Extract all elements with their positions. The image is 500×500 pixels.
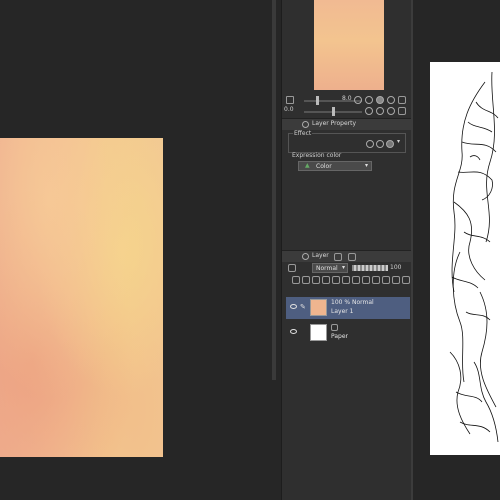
layer-tab-3-icon[interactable]	[348, 253, 356, 261]
rotate-value: 0.0	[284, 106, 294, 113]
navigator-preview[interactable]	[314, 0, 384, 90]
zoom-in-icon[interactable]	[365, 96, 373, 104]
zoom-slider-icon	[286, 96, 294, 104]
lock-layer-icon[interactable]	[322, 276, 330, 284]
actual-size-icon[interactable]	[387, 96, 395, 104]
transfer-down-icon[interactable]	[392, 276, 400, 284]
blend-chevron-icon: ▾	[341, 264, 345, 271]
clip-layer-icon[interactable]	[292, 276, 300, 284]
chevron-down-icon: ▾	[364, 162, 368, 169]
fullscreen-icon[interactable]	[398, 96, 406, 104]
navigator-rotate-row: 0.0	[282, 106, 412, 117]
layer-tab-2-icon[interactable]	[334, 253, 342, 261]
zoom-out-icon[interactable]	[354, 96, 362, 104]
blend-mode-value: Normal	[316, 265, 338, 272]
tab-layer-property-label: Layer Property	[312, 120, 357, 127]
layer-mode-text: 100 % Normal	[331, 299, 374, 306]
layer-color-icon[interactable]	[288, 264, 296, 272]
delete-layer-icon[interactable]	[402, 276, 410, 284]
new-layer-icon[interactable]	[362, 276, 370, 284]
layer-name: Layer 1	[331, 308, 354, 315]
reset-rotation-icon[interactable]	[387, 107, 395, 115]
color-effect-icon[interactable]	[386, 140, 394, 148]
opacity-value: 100	[390, 264, 402, 271]
layer-name: Paper	[331, 333, 348, 340]
lock-transparent-icon[interactable]	[332, 276, 340, 284]
layer-row-layer-1[interactable]: ✎ 100 % Normal Layer 1	[286, 297, 410, 319]
layer-list: ✎ 100 % Normal Layer 1 Paper	[286, 297, 410, 347]
mask-icon[interactable]	[342, 276, 350, 284]
effect-group: Effect ▾	[288, 130, 406, 153]
tab-layer[interactable]: Layer	[282, 250, 412, 262]
fit-view-icon[interactable]	[376, 96, 384, 104]
rotate-left-icon[interactable]	[365, 107, 373, 115]
vertical-scrollbar[interactable]	[272, 0, 276, 380]
layer-thumbnail	[310, 324, 327, 341]
side-panel: 8.0 0.0 Layer Property Effect ▾ Expressi…	[281, 0, 413, 500]
tab-layer-property[interactable]: Layer Property	[282, 118, 412, 130]
rotate-slider-knob[interactable]	[332, 107, 335, 116]
layer-icon	[302, 253, 309, 260]
visibility-eye-icon[interactable]	[290, 304, 297, 309]
zoom-value: 8.0	[342, 95, 352, 102]
navigator-zoom-row: 8.0	[282, 95, 412, 106]
blend-mode-dropdown[interactable]: Normal ▾	[312, 263, 348, 273]
layer-blend-row: Normal ▾ 100	[282, 263, 412, 274]
effect-dropdown-icon[interactable]: ▾	[397, 138, 400, 145]
tab-layer-label: Layer	[312, 252, 329, 259]
new-folder-icon[interactable]	[382, 276, 390, 284]
zoom-slider-knob[interactable]	[316, 96, 319, 105]
rotate-right-icon[interactable]	[376, 107, 384, 115]
layer-tools	[282, 276, 412, 296]
border-effect-icon[interactable]	[366, 140, 374, 148]
expression-color-label: Expression color	[292, 152, 342, 159]
layer-row-paper[interactable]: Paper	[286, 322, 410, 344]
line-sketch-canvas[interactable]	[430, 62, 500, 455]
flip-icon[interactable]	[398, 107, 406, 115]
tone-effect-icon[interactable]	[376, 140, 384, 148]
new-vector-icon[interactable]	[372, 276, 380, 284]
reference-layer-icon[interactable]	[302, 276, 310, 284]
watercolor-canvas-image[interactable]	[0, 138, 163, 457]
expression-color-value: Color	[316, 163, 332, 170]
edit-pen-icon: ✎	[300, 303, 306, 311]
color-mode-icon: ▲	[305, 162, 310, 169]
layer-property-icon	[302, 121, 309, 128]
line-sketch-drawing	[449, 71, 499, 443]
ruler-icon[interactable]	[352, 276, 360, 284]
second-vertical-scrollbar[interactable]	[411, 0, 413, 500]
paper-layer-icon	[331, 324, 338, 331]
layer-thumbnail	[310, 299, 327, 316]
opacity-slider[interactable]	[352, 265, 388, 271]
effect-label: Effect	[293, 130, 313, 137]
draft-layer-icon[interactable]	[312, 276, 320, 284]
visibility-eye-icon[interactable]	[290, 329, 297, 334]
expression-color-dropdown[interactable]: ▲ Color ▾	[298, 161, 372, 171]
